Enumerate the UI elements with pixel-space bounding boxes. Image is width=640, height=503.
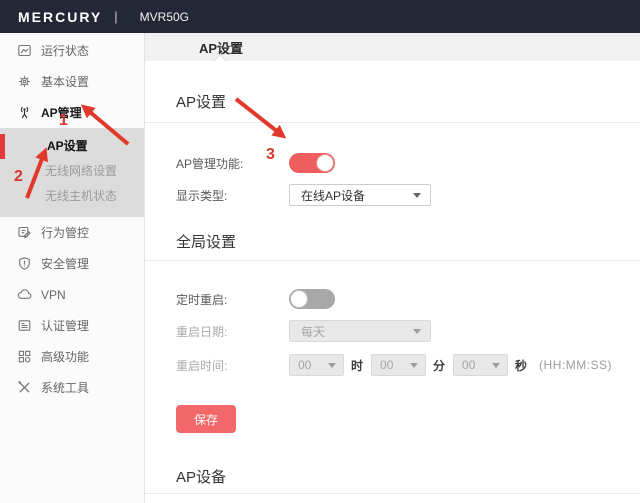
tab-bar: AP设置 [145,33,640,61]
reboot-date-label: 重启日期: [176,323,289,340]
section-title-ap-settings: AP设置 [176,94,640,112]
sidebar-subitem-wireless-network-settings[interactable]: 无线网络设置 [0,159,144,184]
caret-down-icon [413,193,421,198]
display-type-select[interactable]: 在线AP设备 [289,184,431,206]
active-indicator-bar [0,134,5,159]
reboot-second-select: 00 [453,354,508,376]
sidebar-item-label: 运行状态 [41,42,89,59]
gear-icon [17,74,32,89]
sidebar-subitem-label: 无线网络设置 [45,164,117,178]
sidebar-item-auth-management[interactable]: 认证管理 [0,310,144,341]
sidebar-item-label: 基本设置 [41,73,89,90]
content-pane: AP设置 AP设置 AP管理功能: 显示类型: 在线AP设备 [145,33,640,503]
caret-down-icon [328,363,336,368]
scheduled-reboot-row: 定时重启: [176,289,640,309]
sidebar-item-label: 行为管控 [41,224,89,241]
topbar-separator: | [114,9,117,24]
select-value: 每天 [301,323,325,340]
tab-ap-settings[interactable]: AP设置 [174,33,268,61]
caret-down-icon [492,363,500,368]
reboot-time-label: 重启时间: [176,357,289,374]
behavior-icon [17,225,32,240]
sidebar-item-status[interactable]: 运行状态 [0,35,144,66]
scheduled-reboot-label: 定时重启: [176,291,289,308]
reboot-hour-select: 00 [289,354,344,376]
sidebar-item-label: VPN [41,288,66,302]
reboot-time-row: 重启时间: 00 时 00 分 00 秒 [176,354,640,376]
sidebar-item-vpn[interactable]: VPN [0,279,144,310]
scheduled-reboot-toggle[interactable] [289,289,335,309]
caret-down-icon [413,329,421,334]
caret-down-icon [410,363,418,368]
toggle-knob [316,154,334,172]
select-value: 00 [462,358,475,372]
sidebar-item-label: 安全管理 [41,255,89,272]
sidebar-subitem-label: 无线主机状态 [45,189,117,203]
sidebar-item-label: 系统工具 [41,379,89,396]
topbar: MERCURY | MVR50G [0,0,640,33]
brand-logo: MERCURY [18,9,102,25]
section-title-global-settings: 全局设置 [176,234,640,252]
tools-icon [17,380,32,395]
sidebar-item-advanced-functions[interactable]: 高级功能 [0,341,144,372]
sidebar-item-basic-settings[interactable]: 基本设置 [0,66,144,97]
display-type-row: 显示类型: 在线AP设备 [176,184,640,206]
ap-manage-function-label: AP管理功能: [176,155,289,172]
select-value: 在线AP设备 [301,187,365,204]
shield-icon [17,256,32,271]
section-divider [145,122,640,123]
toggle-knob [290,290,308,308]
sidebar-item-security[interactable]: 安全管理 [0,248,144,279]
select-value: 00 [298,358,311,372]
sidebar-item-label: AP管理 [41,104,82,121]
ap-manage-toggle[interactable] [289,153,335,173]
minute-unit-label: 分 [433,357,445,374]
save-button[interactable]: 保存 [176,405,236,433]
device-model: MVR50G [140,10,189,24]
sidebar: 运行状态 基本设置 AP管理 AP设置 无线网络设置 无线主 [0,33,145,503]
sidebar-item-behavior-control[interactable]: 行为管控 [0,217,144,248]
status-icon [17,43,32,58]
section-divider [145,260,640,261]
sidebar-item-label: 高级功能 [41,348,89,365]
vpn-cloud-icon [17,287,32,302]
second-unit-label: 秒 [515,357,527,374]
reboot-date-row: 重启日期: 每天 [176,320,640,342]
sidebar-subitem-ap-settings[interactable]: AP设置 [0,134,144,159]
section-title-ap-devices: AP设备 [176,469,640,487]
sidebar-subitem-wireless-host-status[interactable]: 无线主机状态 [0,184,144,209]
main-layout: 运行状态 基本设置 AP管理 AP设置 无线网络设置 无线主 [0,33,640,503]
section-divider [145,493,640,494]
time-format-hint: (HH:MM:SS) [539,358,612,372]
router-admin-window: MERCURY | MVR50G 运行状态 基本设置 AP管理 AP设置 [0,0,640,503]
sidebar-subitem-label: AP设置 [47,139,88,153]
modules-icon [17,349,32,364]
sidebar-item-ap-management[interactable]: AP管理 [0,97,144,128]
ap-management-submenu: AP设置 无线网络设置 无线主机状态 [0,128,144,217]
reboot-date-select: 每天 [289,320,431,342]
id-card-icon [17,318,32,333]
ap-settings-page: AP设置 AP管理功能: 显示类型: 在线AP设备 全局设置 [145,61,640,503]
display-type-label: 显示类型: [176,187,289,204]
tab-label: AP设置 [199,38,243,57]
sidebar-item-system-tools[interactable]: 系统工具 [0,372,144,403]
sidebar-item-label: 认证管理 [41,317,89,334]
ap-manage-function-row: AP管理功能: [176,153,640,173]
reboot-minute-select: 00 [371,354,426,376]
antenna-icon [17,105,32,120]
hour-unit-label: 时 [351,357,363,374]
select-value: 00 [380,358,393,372]
